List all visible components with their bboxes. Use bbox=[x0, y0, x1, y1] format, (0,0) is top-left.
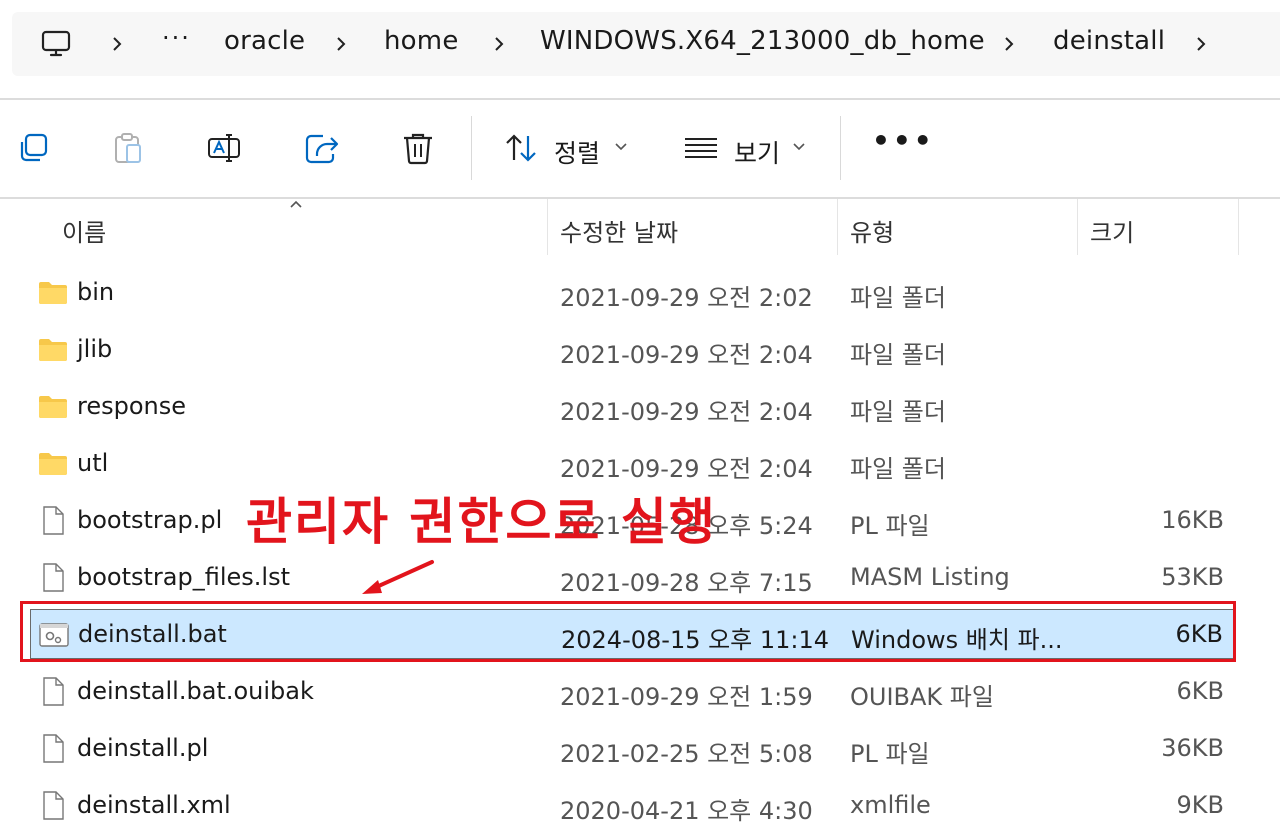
toolbar-divider bbox=[840, 116, 841, 180]
column-divider[interactable] bbox=[837, 199, 838, 255]
file-size: 36KB bbox=[1161, 734, 1224, 762]
chevron-right-icon[interactable] bbox=[1000, 34, 1018, 54]
column-header-type[interactable]: 유형 bbox=[850, 213, 894, 248]
breadcrumb-oracle[interactable]: oracle bbox=[224, 26, 305, 56]
file-row[interactable]: deinstall.xml 2020-04-21 오후 4:30 xmlfile… bbox=[30, 781, 1236, 831]
file-icon bbox=[43, 734, 64, 763]
file-size: 9KB bbox=[1176, 791, 1224, 819]
file-name: bootstrap.pl bbox=[77, 506, 223, 534]
annotation-arrow-icon bbox=[362, 560, 434, 594]
file-name: deinstall.xml bbox=[77, 791, 231, 819]
file-date: 2020-04-21 오후 4:30 bbox=[560, 797, 813, 825]
chevron-right-icon[interactable] bbox=[108, 34, 126, 54]
file-date: 2021-09-28 오후 7:15 bbox=[560, 569, 813, 597]
file-date: 2021-09-29 오전 2:04 bbox=[560, 398, 813, 426]
file-size: 6KB bbox=[1176, 677, 1224, 705]
file-type: OUIBAK 파일 bbox=[850, 683, 994, 711]
command-bar: 정렬 보기 ••• bbox=[0, 100, 1280, 197]
sort-label: 정렬 bbox=[554, 139, 601, 168]
column-divider[interactable] bbox=[547, 199, 548, 255]
file-row[interactable]: bootstrap_files.lst 2021-09-28 오후 7:15 M… bbox=[30, 553, 1236, 603]
file-type: PL 파일 bbox=[850, 740, 930, 768]
column-header-name[interactable]: 이름 bbox=[62, 213, 106, 248]
file-type: 파일 폴더 bbox=[850, 341, 946, 369]
file-type: xmlfile bbox=[850, 791, 931, 819]
breadcrumb-overflow[interactable]: ··· bbox=[162, 24, 191, 52]
file-name: jlib bbox=[77, 335, 113, 363]
toolbar-divider bbox=[471, 116, 472, 180]
chevron-down-icon bbox=[615, 143, 627, 151]
sort-icon bbox=[506, 134, 536, 162]
column-headers: 이름 수정한 날짜 유형 크기 bbox=[0, 199, 1280, 257]
file-date: 2021-02-25 오전 5:08 bbox=[560, 740, 813, 768]
file-type: MASM Listing bbox=[850, 563, 1010, 591]
copy-icon[interactable] bbox=[16, 130, 52, 166]
folder-icon bbox=[39, 282, 67, 304]
file-type: PL 파일 bbox=[850, 512, 930, 540]
file-type: 파일 폴더 bbox=[850, 398, 946, 426]
chevron-right-icon[interactable] bbox=[1192, 34, 1210, 54]
file-row[interactable]: jlib 2021-09-29 오전 2:04 파일 폴더 bbox=[30, 325, 1236, 375]
chevron-right-icon[interactable] bbox=[332, 34, 350, 54]
file-name: deinstall.bat.ouibak bbox=[77, 677, 314, 705]
view-list-icon bbox=[685, 138, 717, 158]
file-date: 2021-09-29 오전 2:04 bbox=[560, 455, 813, 483]
more-options-button[interactable]: ••• bbox=[872, 124, 935, 157]
file-date: 2021-09-29 오전 2:02 bbox=[560, 284, 813, 312]
chevron-right-icon[interactable] bbox=[490, 34, 508, 54]
address-bar-area: ··· oracle home WINDOWS.X64_213000_db_ho… bbox=[0, 0, 1280, 98]
paste-icon[interactable] bbox=[110, 130, 146, 166]
file-name: utl bbox=[77, 449, 109, 477]
file-date: 2021-09-29 오전 2:04 bbox=[560, 341, 813, 369]
address-bar[interactable]: ··· oracle home WINDOWS.X64_213000_db_ho… bbox=[12, 12, 1280, 76]
file-row[interactable]: deinstall.bat.ouibak 2021-09-29 오전 1:59 … bbox=[30, 667, 1236, 717]
sort-ascending-icon bbox=[290, 200, 302, 208]
breadcrumb-db-home[interactable]: WINDOWS.X64_213000_db_home bbox=[540, 26, 985, 56]
folder-icon bbox=[39, 339, 67, 361]
share-icon[interactable] bbox=[303, 130, 339, 166]
delete-icon[interactable] bbox=[400, 130, 436, 166]
column-divider[interactable] bbox=[1077, 199, 1078, 255]
chevron-down-icon bbox=[793, 143, 805, 151]
file-icon bbox=[43, 563, 64, 592]
highlight-box bbox=[20, 601, 1236, 662]
file-icon bbox=[43, 791, 64, 820]
file-name: bootstrap_files.lst bbox=[77, 563, 290, 591]
file-size: 16KB bbox=[1161, 506, 1224, 534]
file-icon bbox=[43, 677, 64, 706]
folder-icon bbox=[39, 453, 67, 475]
column-header-size[interactable]: 크기 bbox=[1090, 213, 1134, 248]
file-name: deinstall.pl bbox=[77, 734, 209, 762]
file-type: 파일 폴더 bbox=[850, 284, 946, 312]
column-header-date[interactable]: 수정한 날짜 bbox=[560, 213, 678, 248]
file-row[interactable]: response 2021-09-29 오전 2:04 파일 폴더 bbox=[30, 382, 1236, 432]
breadcrumb-deinstall[interactable]: deinstall bbox=[1053, 26, 1165, 56]
file-name: bin bbox=[77, 278, 115, 306]
rename-icon[interactable] bbox=[206, 130, 242, 166]
view-label: 보기 bbox=[734, 139, 781, 168]
this-pc-icon[interactable] bbox=[40, 28, 72, 60]
breadcrumb-home[interactable]: home bbox=[384, 26, 459, 56]
annotation-text: 관리자 권한으로 실행 bbox=[246, 493, 717, 551]
column-divider[interactable] bbox=[1238, 199, 1239, 255]
file-size: 53KB bbox=[1161, 563, 1224, 591]
file-row[interactable]: bin 2021-09-29 오전 2:02 파일 폴더 bbox=[30, 268, 1236, 318]
file-row[interactable]: deinstall.pl 2021-02-25 오전 5:08 PL 파일 36… bbox=[30, 724, 1236, 774]
folder-icon bbox=[39, 396, 67, 418]
file-type: 파일 폴더 bbox=[850, 455, 946, 483]
file-name: response bbox=[77, 392, 187, 420]
file-icon bbox=[43, 506, 64, 535]
file-date: 2021-09-29 오전 1:59 bbox=[560, 683, 813, 711]
